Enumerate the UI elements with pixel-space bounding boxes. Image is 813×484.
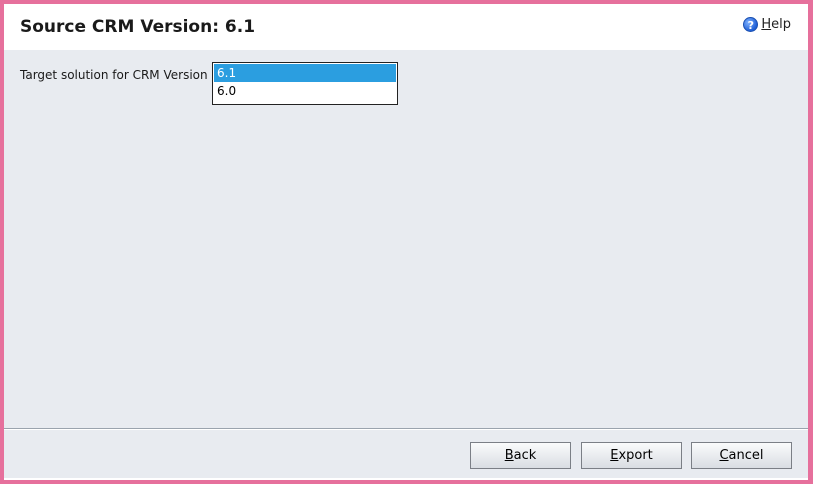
footer-divider (4, 428, 808, 430)
help-link[interactable]: ? Help (743, 17, 791, 32)
dialog-title: Source CRM Version: 6.1 (20, 17, 256, 37)
help-label[interactable]: Help (761, 17, 791, 32)
export-solution-dialog: Source CRM Version: 6.1 ? Help Target so… (4, 4, 808, 480)
help-icon[interactable]: ? (743, 17, 759, 32)
version-option-6-1[interactable]: 6.1 (214, 64, 396, 82)
target-version-label: Target solution for CRM Version (20, 68, 208, 82)
footer-strip (4, 478, 808, 480)
back-button[interactable]: Back (470, 442, 571, 469)
dialog-header: Source CRM Version: 6.1 ? Help (4, 4, 808, 50)
version-option-6-0[interactable]: 6.0 (214, 82, 396, 100)
export-button[interactable]: Export (581, 442, 682, 469)
target-version-listbox[interactable]: 6.1 6.0 (212, 62, 398, 105)
cancel-button[interactable]: Cancel (691, 442, 792, 469)
